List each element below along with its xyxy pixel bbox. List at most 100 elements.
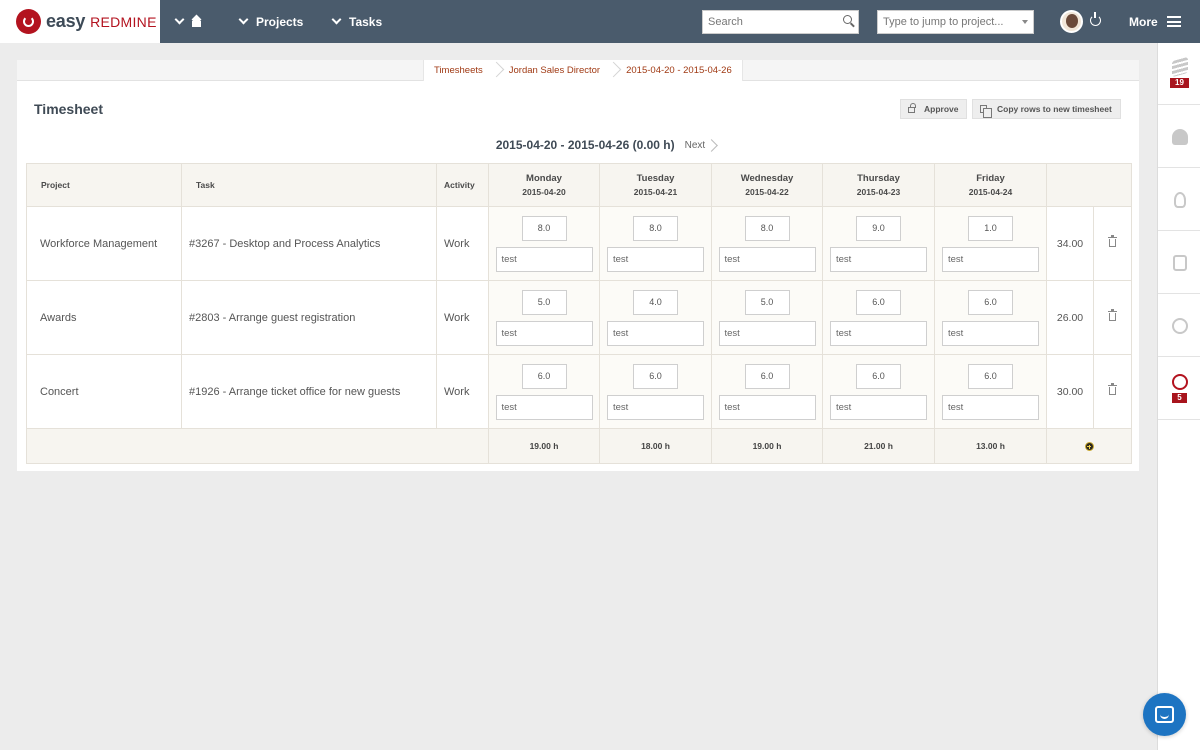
comment-input[interactable]: test [495, 246, 593, 272]
comment-input[interactable]: test [942, 246, 1039, 272]
live-chat-button[interactable] [1143, 693, 1186, 736]
chat-sidebar-button[interactable] [1158, 295, 1200, 357]
column-header-total [1046, 163, 1132, 207]
search-icon[interactable] [843, 15, 852, 24]
trash-icon[interactable] [1108, 234, 1117, 247]
approve-button[interactable]: Approve [900, 99, 968, 119]
chevron-down-icon [238, 14, 249, 25]
copy-rows-button[interactable]: Copy rows to new timesheet [972, 99, 1121, 119]
comment-input[interactable]: test [607, 320, 704, 346]
breadcrumb-period[interactable]: 2015-04-20 - 2015-04-26 [610, 60, 742, 81]
row-activity: Work [436, 354, 489, 429]
day-total: 19.00 h [711, 428, 823, 464]
comment-input[interactable]: test [718, 246, 816, 272]
row-project: Awards [26, 280, 182, 355]
day-total: 19.00 h [488, 428, 600, 464]
page-title: Timesheet [34, 101, 103, 117]
hours-input[interactable]: 4.0 [633, 289, 678, 315]
day-cell: 8.0 test [711, 206, 823, 281]
row-task-link[interactable]: #3267 - Desktop and Process Analytics [181, 206, 437, 281]
hours-input[interactable]: 6.0 [744, 363, 790, 389]
hours-input[interactable]: 5.0 [521, 289, 567, 315]
more-menu[interactable]: More [1129, 0, 1181, 43]
next-period-link[interactable]: Next [684, 138, 719, 152]
comment-input[interactable]: test [942, 320, 1039, 346]
user-button[interactable] [1158, 106, 1200, 168]
timers-badge: 5 [1172, 393, 1187, 403]
copy-icon [980, 105, 992, 118]
comment-input[interactable]: test [830, 320, 927, 346]
logo[interactable]: easy REDMINE [0, 0, 160, 43]
row-task-link[interactable]: #1926 - Arrange ticket office for new gu… [181, 354, 437, 429]
trash-icon[interactable] [1108, 382, 1117, 395]
table-row: Concert #1926 - Arrange ticket office fo… [26, 354, 1132, 429]
top-bar: easy REDMINE Projects Tasks Search Type … [0, 0, 1200, 43]
hours-input[interactable]: 6.0 [633, 363, 678, 389]
delete-row-cell [1093, 280, 1132, 355]
comment-input[interactable]: test [607, 246, 704, 272]
breadcrumb-strip: Timesheets Jordan Sales Director 2015-04… [17, 60, 1139, 81]
day-cell: 6.0 test [599, 354, 712, 429]
hours-input[interactable]: 6.0 [968, 289, 1013, 315]
home-menu[interactable] [174, 0, 201, 43]
delete-row-cell [1093, 354, 1132, 429]
hours-input[interactable]: 5.0 [744, 289, 790, 315]
period-title: 2015-04-20 - 2015-04-26 (0.00 h) [495, 138, 675, 152]
delete-row-cell [1093, 206, 1132, 281]
column-header-day: Monday 2015-04-20 [488, 163, 600, 207]
caret-down-icon [1022, 20, 1028, 24]
comment-input[interactable]: test [495, 394, 593, 420]
trash-icon[interactable] [1108, 308, 1117, 321]
row-task-link[interactable]: #2803 - Arrange guest registration [181, 280, 437, 355]
comment-input[interactable]: test [830, 394, 927, 420]
logout-power-icon[interactable] [1090, 12, 1101, 26]
row-total: 26.00 [1046, 280, 1094, 355]
hours-input[interactable]: 8.0 [521, 215, 567, 241]
chevron-down-icon [331, 14, 342, 25]
hours-input[interactable]: 6.0 [968, 363, 1013, 389]
comment-input[interactable]: test [830, 246, 927, 272]
hours-input[interactable]: 6.0 [521, 363, 567, 389]
row-project: Concert [26, 354, 182, 429]
add-row-plus-icon[interactable] [1084, 442, 1094, 452]
breadcrumb-timesheets[interactable]: Timesheets [424, 60, 493, 81]
column-header-task: Task [181, 163, 437, 207]
tasks-checklist-button[interactable] [1158, 232, 1200, 294]
hours-input[interactable]: 8.0 [633, 215, 678, 241]
hours-input[interactable]: 6.0 [856, 363, 901, 389]
clock-icon [1171, 374, 1188, 390]
hours-input[interactable]: 8.0 [744, 215, 790, 241]
comment-input[interactable]: test [607, 394, 704, 420]
add-row-cell [1046, 428, 1132, 464]
totals-row: 19.00 h 18.00 h 19.00 h 21.00 h 13.00 h [26, 428, 1132, 464]
projects-menu[interactable]: Projects [238, 0, 304, 43]
ideas-button[interactable] [1158, 169, 1200, 231]
search-input[interactable]: Search [702, 10, 859, 34]
activity-feed-button[interactable]: 19 [1158, 43, 1200, 105]
day-cell: 4.0 test [599, 280, 712, 355]
chat-bubble-icon [1155, 706, 1174, 723]
jump-to-project-select[interactable]: Type to jump to project... [877, 10, 1034, 34]
day-cell: 6.0 test [822, 280, 935, 355]
tasks-menu[interactable]: Tasks [331, 0, 382, 43]
day-cell: 8.0 test [488, 206, 600, 281]
column-header-activity: Activity [436, 163, 489, 207]
hours-input[interactable]: 9.0 [856, 215, 901, 241]
projects-menu-label: Projects [256, 14, 304, 29]
timesheet-panel: Timesheets Jordan Sales Director 2015-04… [17, 60, 1139, 471]
comment-input[interactable]: test [718, 394, 816, 420]
comment-input[interactable]: test [718, 320, 816, 346]
day-cell: 6.0 test [822, 354, 935, 429]
breadcrumb-user[interactable]: Jordan Sales Director [493, 60, 610, 81]
chat-icon [1171, 317, 1188, 334]
hours-input[interactable]: 6.0 [856, 289, 901, 315]
timers-button[interactable]: 5 [1158, 358, 1200, 420]
comment-input[interactable]: test [495, 320, 593, 346]
comment-input[interactable]: test [942, 394, 1039, 420]
user-avatar[interactable] [1060, 10, 1083, 33]
next-label: Next [684, 139, 706, 151]
day-cell: 6.0 test [934, 280, 1047, 355]
totals-spacer [26, 428, 489, 464]
column-header-day: Wednesday 2015-04-22 [711, 163, 823, 207]
hours-input[interactable]: 1.0 [968, 215, 1013, 241]
